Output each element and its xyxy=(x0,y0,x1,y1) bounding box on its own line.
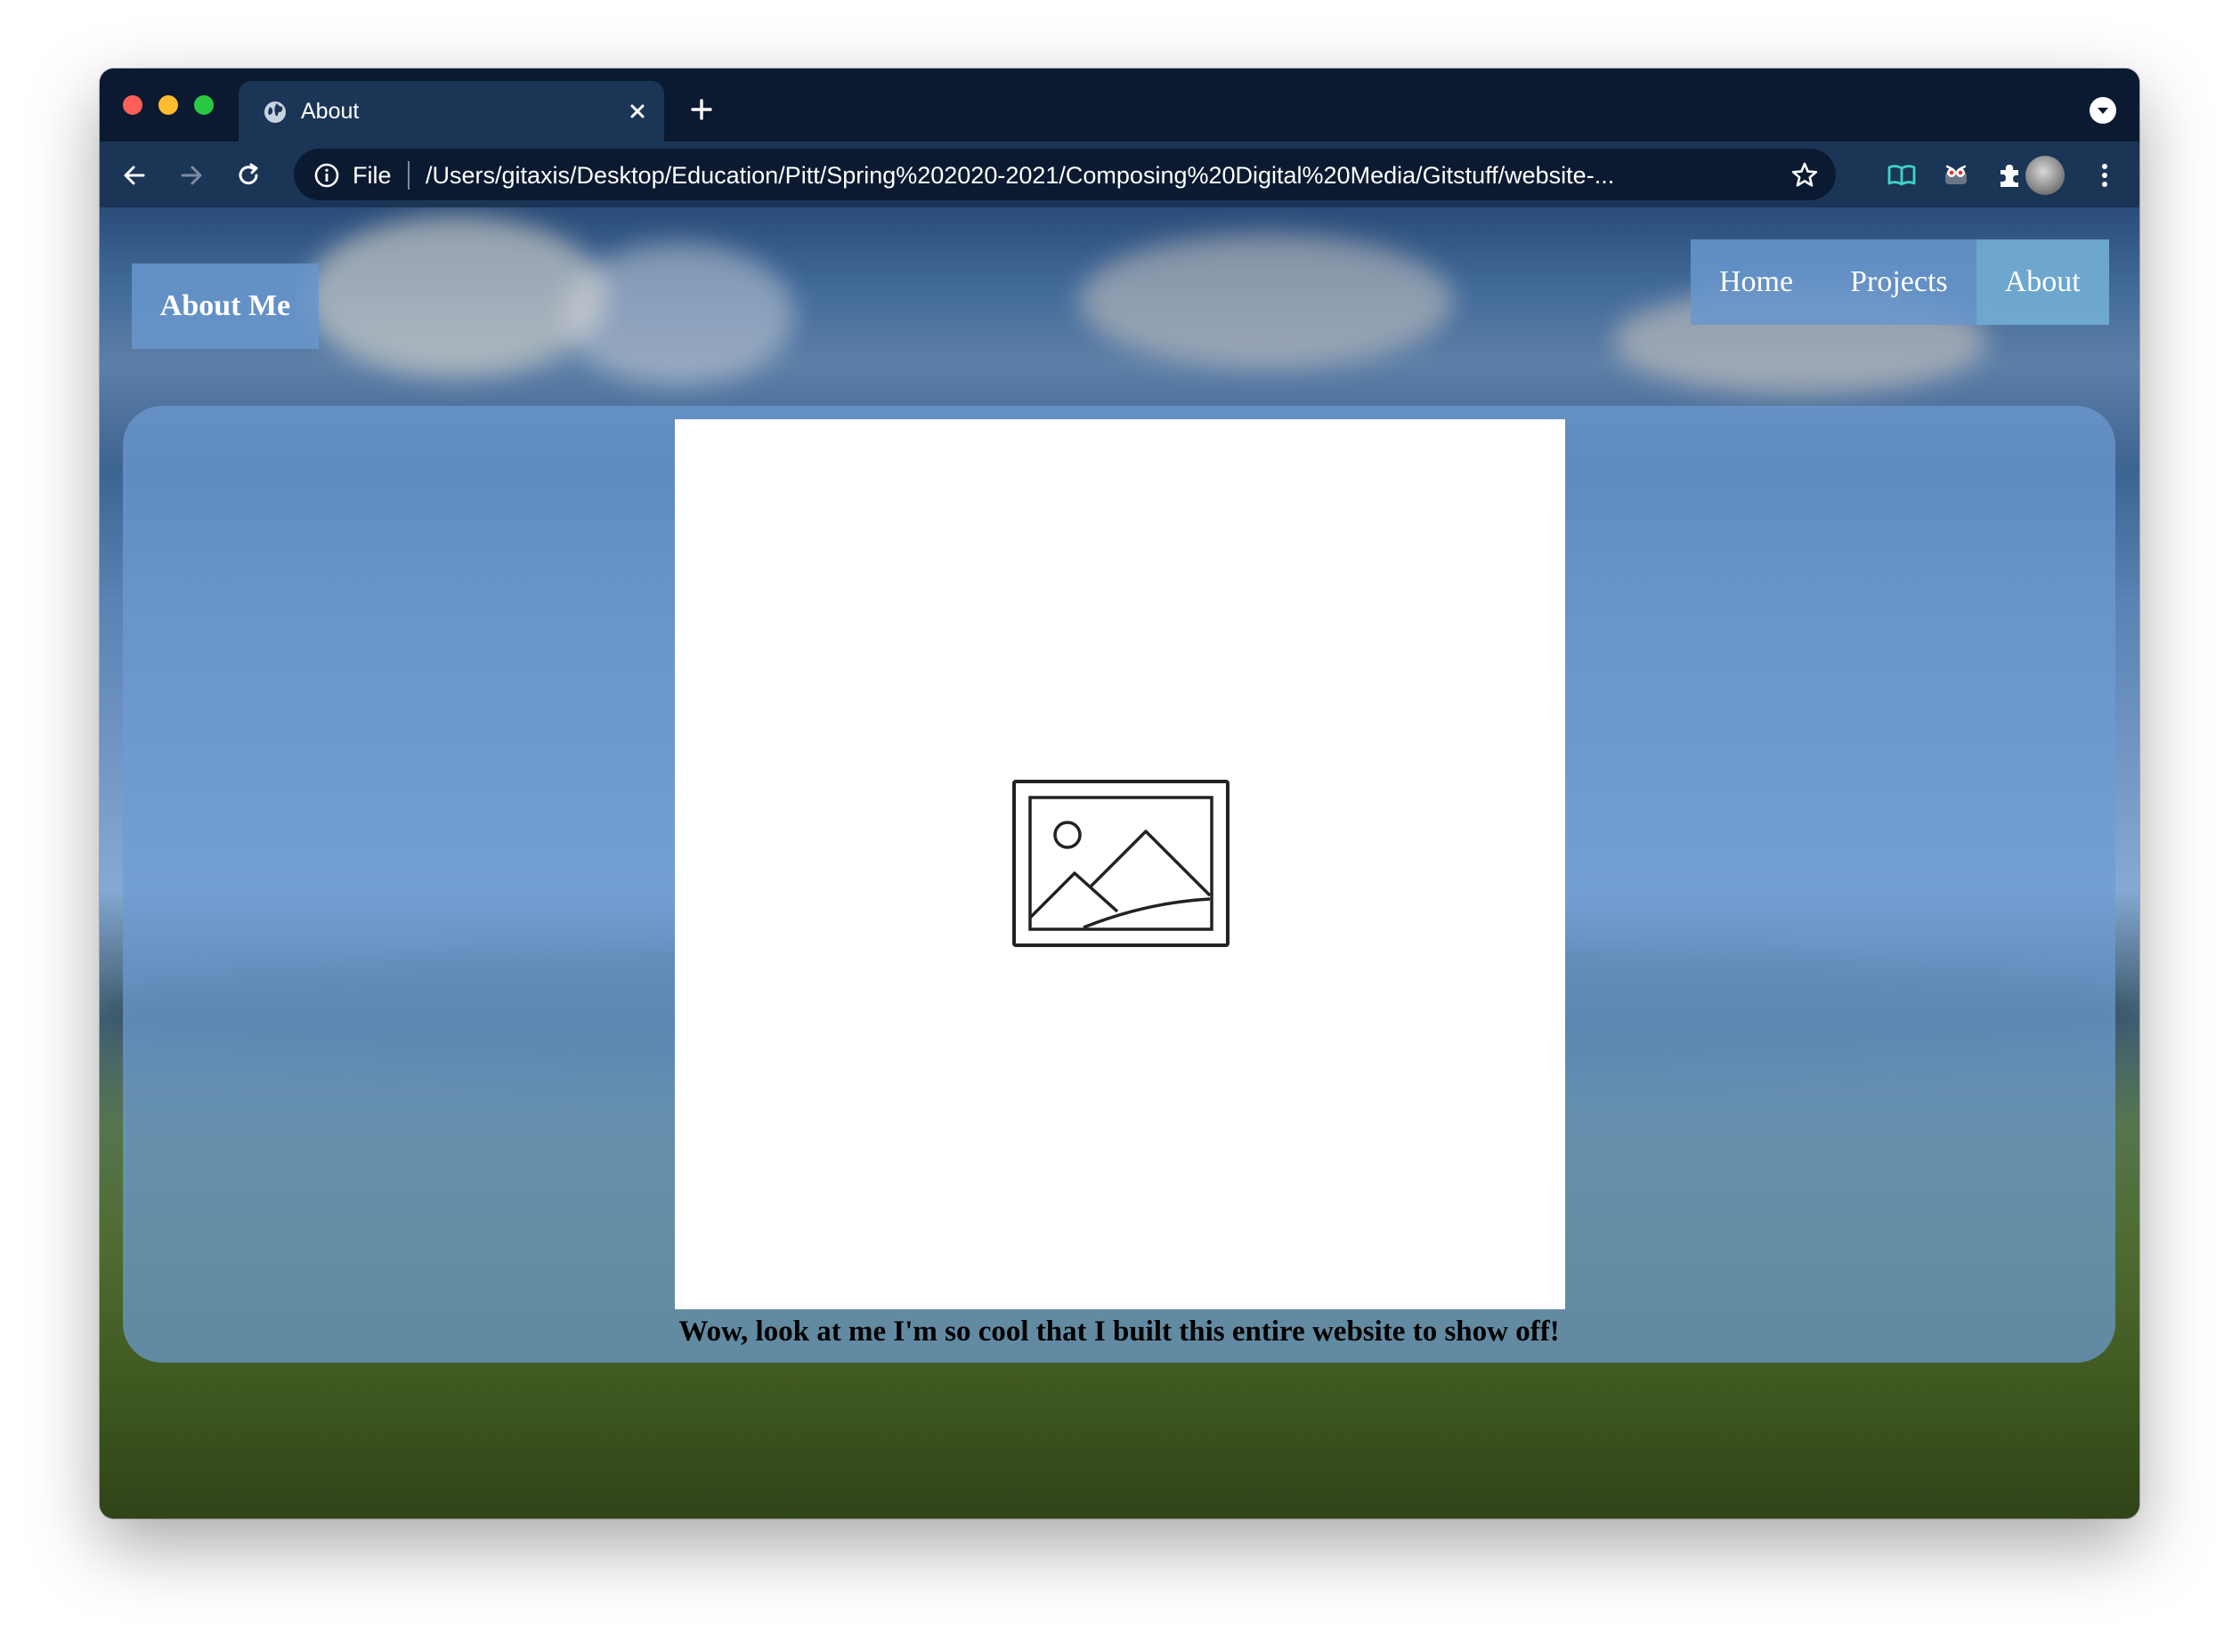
tab-strip: About xyxy=(100,69,2139,142)
cloud-decoration xyxy=(1079,234,1453,368)
back-arrow-icon[interactable] xyxy=(119,160,150,190)
chevron-down-icon xyxy=(2098,108,2108,114)
address-divider xyxy=(408,161,410,190)
close-window-button[interactable] xyxy=(123,95,142,115)
reading-list-icon[interactable] xyxy=(1886,159,1918,191)
address-bar[interactable]: File /Users/gitaxis/Desktop/Education/Pi… xyxy=(294,149,1836,200)
profile-avatar[interactable] xyxy=(2025,156,2065,195)
site-nav: Home Projects About xyxy=(1691,239,2109,325)
url-text[interactable]: /Users/gitaxis/Desktop/Education/Pitt/Sp… xyxy=(426,161,1743,190)
extension-icon[interactable] xyxy=(1940,159,1972,191)
tab-search-button[interactable] xyxy=(2090,97,2116,124)
info-icon[interactable] xyxy=(313,162,340,189)
nav-link-projects[interactable]: Projects xyxy=(1822,239,1976,325)
browser-toolbar: File /Users/gitaxis/Desktop/Education/Pi… xyxy=(100,142,2139,207)
cloud-decoration xyxy=(563,243,794,385)
forward-arrow-icon[interactable] xyxy=(176,160,207,190)
site-title[interactable]: About Me xyxy=(132,263,319,349)
close-tab-icon[interactable] xyxy=(623,97,652,126)
cloud-decoration xyxy=(304,216,607,377)
content-panel: Wow, look at me I'm so cool that I built… xyxy=(123,406,2115,1363)
reload-icon[interactable] xyxy=(233,160,264,190)
minimize-window-button[interactable] xyxy=(158,95,178,115)
browser-window: About File /Users/gitaxis/Desktop/Educat… xyxy=(100,69,2139,1518)
bookmark-star-icon[interactable] xyxy=(1790,160,1820,190)
nav-link-about[interactable]: About xyxy=(1976,239,2109,325)
new-tab-icon[interactable] xyxy=(687,95,716,124)
broken-image-icon xyxy=(1012,780,1230,947)
more-menu-icon[interactable] xyxy=(2089,159,2121,191)
tab-title: About xyxy=(301,99,360,124)
page-viewport: About Me Home Projects About Wow, look a… xyxy=(100,207,2139,1518)
nav-link-home[interactable]: Home xyxy=(1691,239,1822,325)
maximize-window-button[interactable] xyxy=(194,95,214,115)
scheme-label: File xyxy=(353,162,392,189)
puzzle-icon[interactable] xyxy=(1993,159,2025,191)
profile-image xyxy=(675,419,1565,1309)
globe-icon xyxy=(264,101,286,123)
tab-about[interactable]: About xyxy=(239,81,664,142)
image-caption: Wow, look at me I'm so cool that I built… xyxy=(678,1316,1560,1348)
